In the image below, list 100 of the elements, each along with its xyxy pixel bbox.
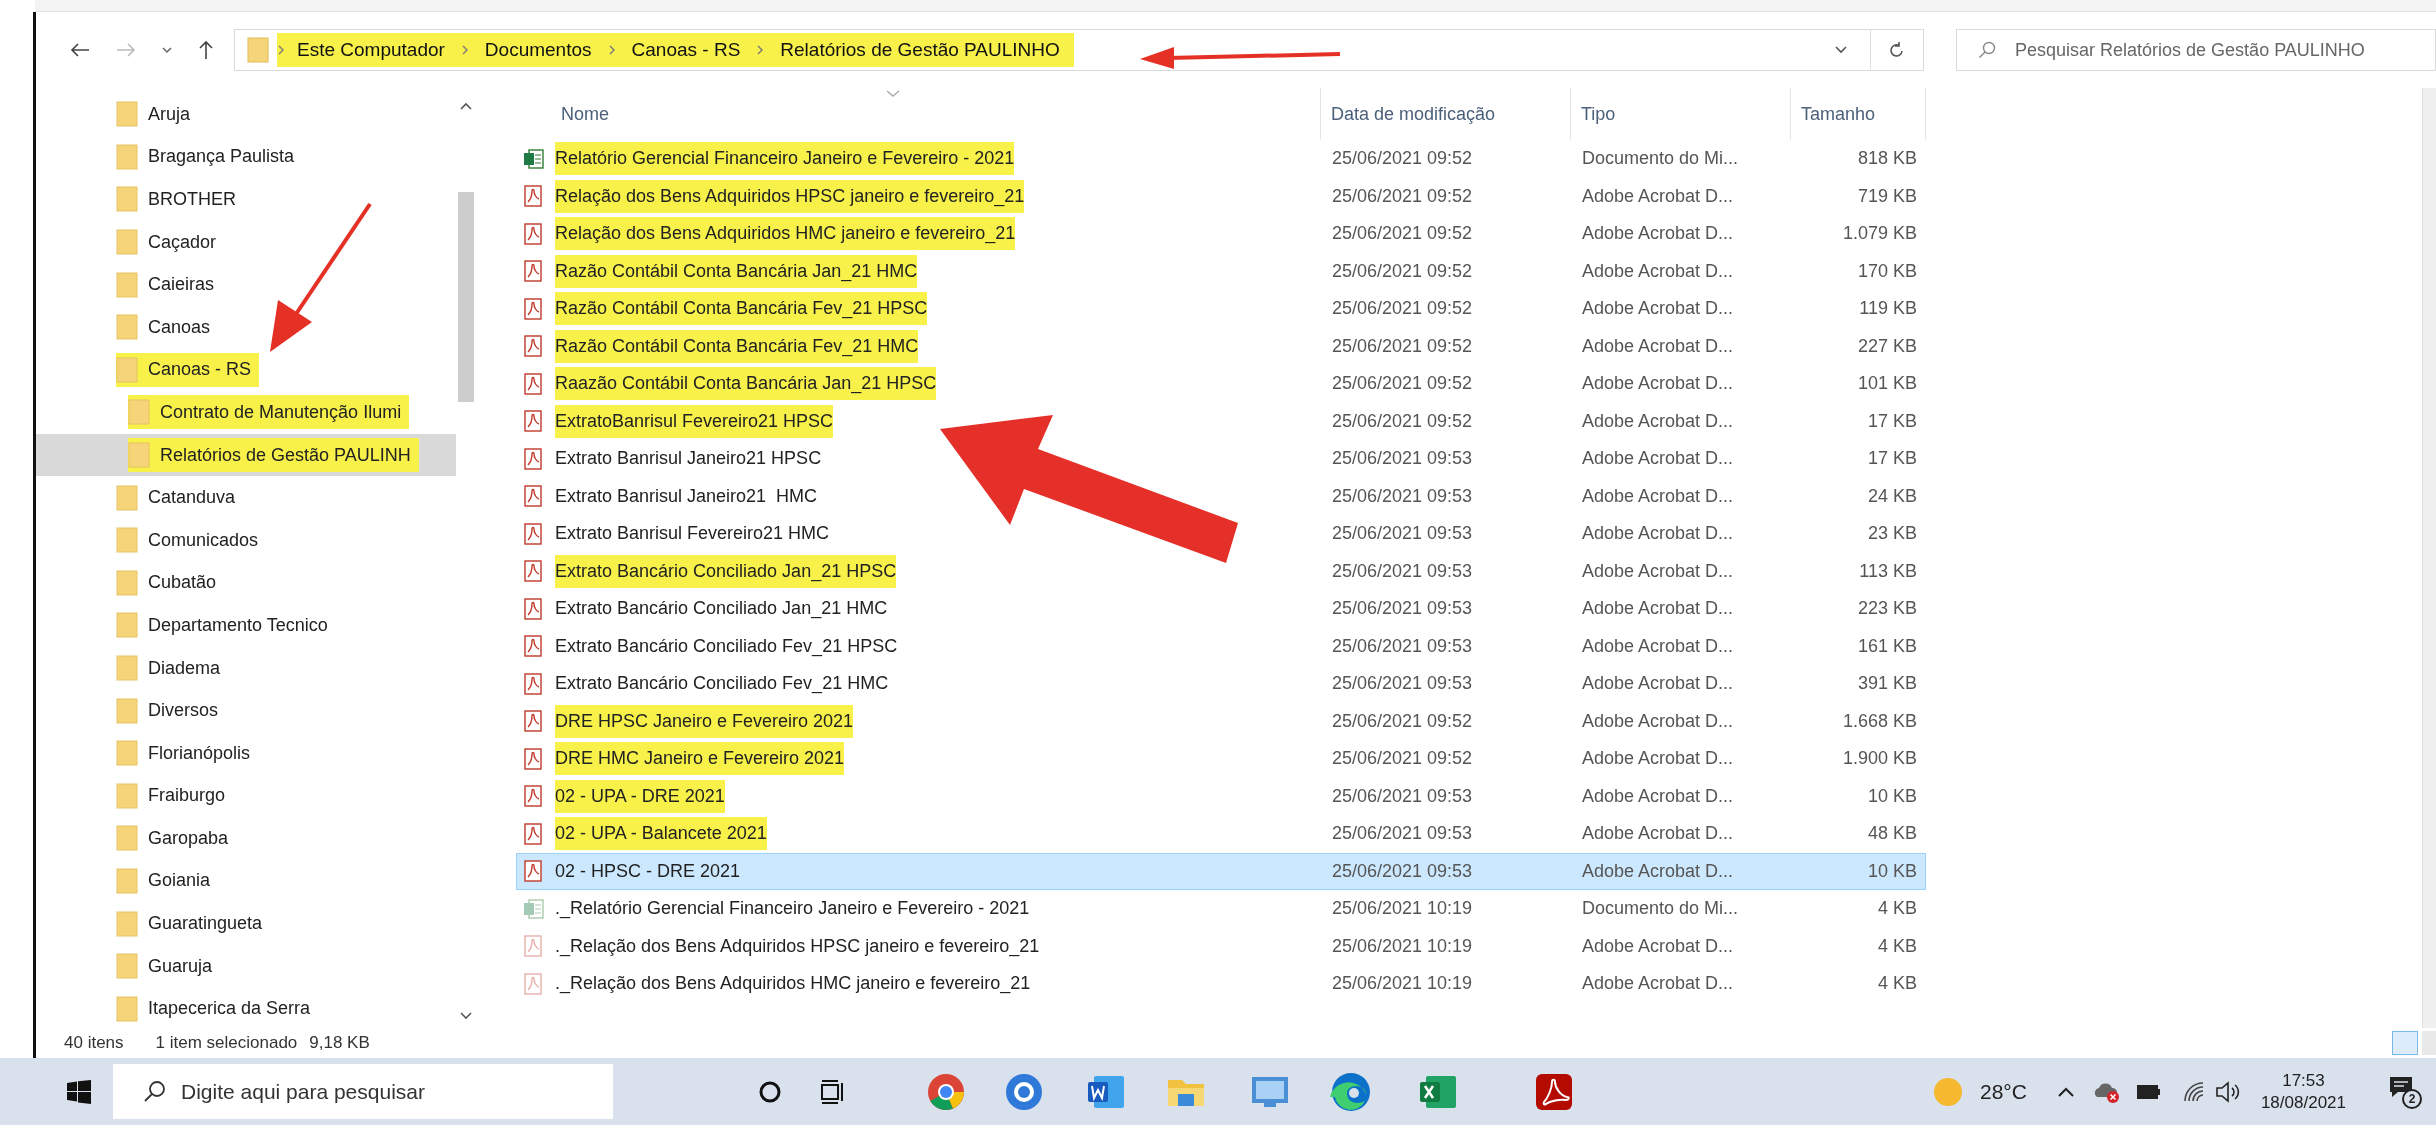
breadcrumb[interactable]: Este Computador	[297, 35, 445, 65]
column-header[interactable]: Tipo	[1571, 88, 1791, 140]
excel-icon[interactable]	[1418, 1073, 1458, 1110]
notification-center-button[interactable]: 2	[2388, 1074, 2422, 1109]
windows-start-icon[interactable]	[67, 1079, 91, 1104]
file-size: 4 KB	[1876, 934, 1917, 958]
file-row[interactable]: Extrato Bancário Conciliado Jan_21 HPSC 25/06/2021 09:53 Adobe Acrobat D... 113 KB	[516, 552, 1926, 590]
nav-item[interactable]: Catanduva	[116, 480, 244, 515]
file-row[interactable]: Razão Contábil Conta Bancária Fev_21 HPSC 25/06/2021 09:52 Adobe Acrobat D... 119 KB	[516, 290, 1926, 328]
file-type: Adobe Acrobat D...	[1581, 597, 1735, 621]
file-type: Adobe Acrobat D...	[1581, 672, 1735, 696]
nav-item[interactable]: Itapecerica da Serra	[116, 991, 319, 1026]
taskbar-search-field[interactable]: Digite aqui para pesquisar	[113, 1064, 613, 1119]
edge-icon[interactable]	[1330, 1070, 1372, 1113]
recent-dropdown-icon[interactable]	[162, 46, 172, 54]
nav-item[interactable]: Bragança Paulista	[116, 139, 303, 174]
file-row[interactable]: DRE HPSC Janeiro e Fevereiro 2021 25/06/2021 09:52 Adobe Acrobat D... 1.668 KB	[516, 702, 1926, 740]
file-row[interactable]: Extrato Bancário Conciliado Fev_21 HMC 25/06/2021 09:53 Adobe Acrobat D... 391 KB	[516, 665, 1926, 703]
breadcrumb[interactable]: Relatórios de Gestão PAULINHO	[780, 35, 1060, 65]
up-arrow-icon[interactable]	[198, 40, 214, 60]
column-header[interactable]: Data de modificação	[1321, 88, 1571, 140]
address-bar[interactable]: Este Computador Documentos Canoas - RS Relatórios de Gestão PAULINHO	[234, 29, 1924, 71]
nav-item[interactable]: Canoas	[116, 310, 219, 345]
search-icon	[143, 1079, 167, 1103]
nav-item[interactable]: Diversos	[116, 693, 226, 728]
column-header[interactable]: Tamanho	[1791, 88, 1926, 140]
file-row[interactable]: ._Relação dos Bens Adquiridos HPSC janeiro e fevereiro_21 25/06/2021 10:19 Adobe Acrobat D... 4 KB	[516, 927, 1926, 965]
nav-item[interactable]: BROTHER	[116, 182, 244, 217]
task-view-icon[interactable]	[820, 1079, 846, 1104]
file-row[interactable]: DRE HMC Janeiro e Fevereiro 2021 25/06/2021 09:52 Adobe Acrobat D... 1.900 KB	[516, 740, 1926, 778]
chevron-right-icon[interactable]	[607, 45, 616, 55]
file-row[interactable]: 02 - HPSC - DRE 2021 25/06/2021 09:53 Adobe Acrobat D... 10 KB	[516, 852, 1926, 890]
file-row[interactable]: Razão Contábil Conta Bancária Jan_21 HMC 25/06/2021 09:52 Adobe Acrobat D... 170 KB	[516, 252, 1926, 290]
clock-date[interactable]: 18/08/2021	[2260, 1091, 2346, 1113]
nav-item[interactable]: Garopaba	[116, 821, 237, 856]
nav-item[interactable]: Canoas - RS	[116, 352, 260, 387]
cortana-circle-icon[interactable]	[758, 1079, 782, 1104]
nav-item[interactable]: Fraiburgo	[116, 778, 234, 813]
file-row[interactable]: Relatório Gerencial Financeiro Janeiro e Fevereiro - 2021 25/06/2021 09:52 Documento do Mi... 818 KB	[516, 140, 1926, 178]
file-row[interactable]: Relação dos Bens Adquiridos HMC janeiro e fevereiro_21 25/06/2021 09:52 Adobe Acrobat D... 1.079 KB	[516, 215, 1926, 253]
column-header[interactable]: Nome	[516, 88, 1321, 140]
file-row[interactable]: 02 - UPA - Balancete 2021 25/06/2021 09:53 Adobe Acrobat D... 48 KB	[516, 815, 1926, 853]
file-type: Adobe Acrobat D...	[1581, 409, 1735, 433]
file-type: Adobe Acrobat D...	[1581, 259, 1735, 283]
nav-item[interactable]: Aruja	[116, 97, 199, 132]
scroll-down-icon[interactable]	[460, 1012, 472, 1020]
nav-item[interactable]: Guaratingueta	[116, 906, 271, 941]
wifi-icon[interactable]	[2182, 1080, 2205, 1103]
file-row[interactable]: Extrato Banrisul Janeiro21 HPSC 25/06/2021 09:53 Adobe Acrobat D... 17 KB	[516, 440, 1926, 478]
nav-item[interactable]: Goiania	[116, 864, 219, 898]
chevron-right-icon[interactable]	[460, 45, 469, 55]
nav-item[interactable]: Caieiras	[116, 267, 223, 302]
file-row[interactable]: Extrato Bancário Conciliado Jan_21 HMC 25/06/2021 09:53 Adobe Acrobat D... 223 KB	[516, 590, 1926, 628]
nav-item[interactable]: Departamento Tecnico	[116, 608, 336, 643]
file-row[interactable]: Extrato Bancário Conciliado Fev_21 HPSC 25/06/2021 09:53 Adobe Acrobat D... 161 KB	[516, 627, 1926, 665]
pdf-file-icon	[523, 747, 545, 770]
file-row[interactable]: ExtratoBanrisul Fevereiro21 HPSC 25/06/2021 09:52 Adobe Acrobat D... 17 KB	[516, 402, 1926, 440]
chevron-right-icon[interactable]	[756, 45, 765, 55]
folder-icon	[116, 740, 138, 767]
breadcrumb[interactable]: Documentos	[484, 35, 592, 65]
nav-item[interactable]: Caçador	[116, 225, 225, 260]
chrome-icon[interactable]	[926, 1071, 966, 1112]
file-name: Extrato Banrisul Fevereiro21 HMC	[555, 522, 830, 546]
nav-item[interactable]: Cubatão	[116, 565, 225, 600]
file-row[interactable]: Razão Contábil Conta Bancária Fev_21 HMC 25/06/2021 09:52 Adobe Acrobat D... 227 KB	[516, 327, 1926, 365]
nav-item[interactable]: Guaruja	[116, 949, 221, 984]
file-size: 24 KB	[1866, 484, 1917, 508]
refresh-icon[interactable]	[1889, 41, 1905, 59]
clock-time[interactable]: 17:53	[2282, 1070, 2325, 1092]
chevron-up-icon[interactable]	[2056, 1085, 2075, 1098]
nav-item[interactable]: Comunicados	[116, 523, 267, 558]
file-row[interactable]: ._Relação dos Bens Adquiridos HMC janeiro e fevereiro_21 25/06/2021 10:19 Adobe Acrobat D... 4 KB	[516, 965, 1926, 1003]
acrobat-icon[interactable]	[1534, 1071, 1574, 1112]
chevron-right-icon[interactable]	[277, 45, 285, 55]
file-type: Adobe Acrobat D...	[1581, 372, 1735, 396]
monitor-app-icon[interactable]	[1250, 1074, 1290, 1109]
folder-icon	[116, 186, 138, 213]
file-row[interactable]: 02 - UPA - DRE 2021 25/06/2021 09:53 Adobe Acrobat D... 10 KB	[516, 777, 1926, 815]
file-size: 4 KB	[1876, 972, 1917, 996]
dropdown-icon[interactable]	[1834, 45, 1848, 55]
circle-app-icon[interactable]	[1004, 1071, 1044, 1112]
nav-item[interactable]: Florianópolis	[116, 736, 259, 771]
search-field[interactable]: Pesquisar Relatórios de Gestão PAULINHO	[1956, 29, 2436, 71]
file-row[interactable]: Relação dos Bens Adquiridos HPSC janeiro e fevereiro_21 25/06/2021 09:52 Adobe Acrobat D... 719 KB	[516, 177, 1926, 215]
nav-item[interactable]: Relatórios de Gestão PAULINH	[128, 438, 419, 473]
nav-item[interactable]: Diadema	[116, 651, 229, 685]
breadcrumb[interactable]: Canoas - RS	[631, 35, 741, 65]
battery-icon[interactable]	[2136, 1084, 2161, 1099]
file-row[interactable]: Extrato Banrisul Fevereiro21 HMC 25/06/2021 09:53 Adobe Acrobat D... 23 KB	[516, 515, 1926, 553]
file-type: Adobe Acrobat D...	[1581, 709, 1735, 733]
word-icon[interactable]	[1086, 1073, 1126, 1110]
scrollbar-track[interactable]	[2422, 88, 2436, 1028]
back-icon[interactable]	[70, 42, 90, 58]
nav-item[interactable]: Contrato de Manutenção Ilumi	[128, 395, 410, 430]
scroll-up-icon[interactable]	[460, 102, 472, 110]
file-row[interactable]: Raazão Contábil Conta Bancária Jan_21 HPSC 25/06/2021 09:52 Adobe Acrobat D... 101 KB	[516, 365, 1926, 403]
file-row[interactable]: Extrato Banrisul Janeiro21 HMC 25/06/2021 09:53 Adobe Acrobat D... 24 KB	[516, 477, 1926, 515]
file-row[interactable]: ._Relatório Gerencial Financeiro Janeiro e Fevereiro - 2021 25/06/2021 10:19 Documento do Mi... 4 KB	[516, 890, 1926, 928]
scrollbar-thumb[interactable]	[458, 192, 474, 402]
weather-temperature[interactable]: 28°C	[1980, 1075, 2027, 1108]
